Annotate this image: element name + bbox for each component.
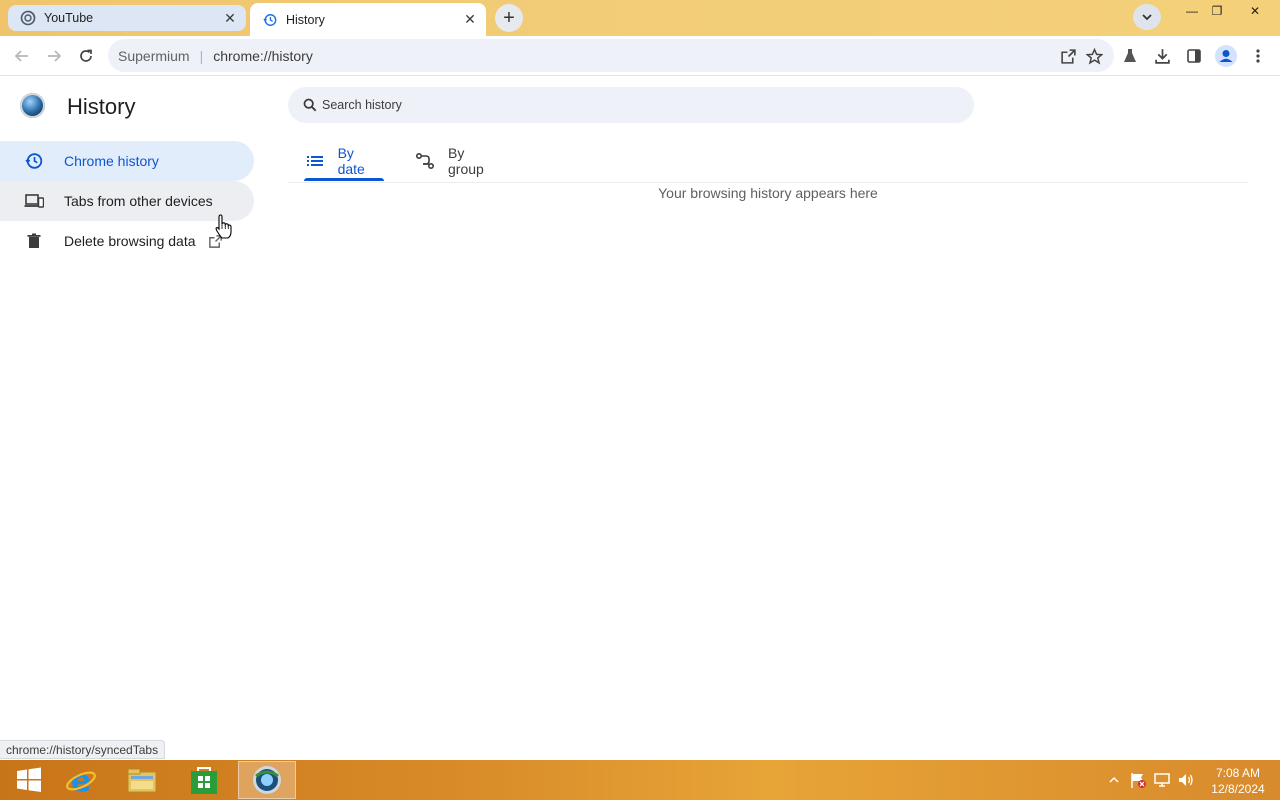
windows-taskbar: e 7:08 AM 12/8/2024 [0,760,1280,800]
side-panel-icon[interactable] [1183,45,1205,67]
taskbar-windows-store[interactable] [175,761,233,799]
sidebar-item-label: Delete browsing data [64,233,196,249]
sidebar-item-label: Chrome history [64,153,159,169]
search-icon [300,98,320,112]
start-button[interactable] [0,761,58,799]
sidebar-item-delete-browsing-data[interactable]: Delete browsing data [0,221,254,261]
clock-date: 12/8/2024 [1211,782,1265,796]
empty-history-message: Your browsing history appears here [658,185,878,201]
open-in-new-icon [208,234,223,249]
taskbar-supermium-browser[interactable] [238,761,296,799]
new-tab-button[interactable]: + [495,4,523,32]
tab-title: History [286,12,325,27]
taskbar-internet-explorer[interactable]: e [52,761,110,799]
tab-label: By date [337,145,365,177]
supermium-favicon-icon [20,10,36,26]
store-bag-icon [191,767,217,794]
search-input[interactable] [322,98,922,112]
site-origin-label: Supermium [118,47,190,64]
window-close-button[interactable]: ✕ [1240,0,1270,22]
profile-avatar[interactable] [1215,45,1237,67]
page-title: History [67,94,136,119]
search-history-field[interactable] [288,87,974,123]
selected-tab-indicator [304,178,384,181]
forward-arrow-icon [48,50,62,62]
omnibox-separator: | [199,47,204,64]
forward-button[interactable] [40,42,68,70]
sidebar-item-tabs-from-other-devices[interactable]: Tabs from other devices [0,181,254,221]
folder-icon [127,768,157,793]
devices-icon [24,191,44,211]
supermium-browser-icon [253,766,281,794]
tab-youtube[interactable]: YouTube ✕ [8,5,246,31]
clock-time: 7:08 AM [1215,766,1261,780]
volume-icon[interactable] [1176,770,1196,790]
reload-button[interactable] [72,42,100,70]
history-clock-icon [24,151,44,171]
tab-history[interactable]: History ✕ [250,3,486,36]
url-text: chrome://history [213,47,313,64]
labs-flask-icon[interactable] [1119,45,1141,67]
tab-search-button[interactable] [1133,4,1161,30]
address-bar[interactable]: Supermium | chrome://history [108,39,1114,72]
svg-text:e: e [71,765,91,795]
status-bar-url: chrome://history/syncedTabs [0,740,166,759]
tabs-divider [288,182,1248,183]
action-center-flag-icon[interactable] [1128,770,1148,790]
tab-by-group[interactable]: By group [416,141,484,181]
group-icon [416,152,434,170]
trash-icon [24,231,44,251]
taskbar-clock[interactable]: 7:08 AM 12/8/2024 [1202,765,1274,797]
windows-logo-icon [17,767,41,792]
sidebar-item-chrome-history[interactable]: Chrome history [0,141,254,181]
share-icon[interactable] [1058,46,1078,66]
restore-button[interactable]: ❐ [1202,0,1232,22]
show-hidden-icons-chevron-icon[interactable] [1104,770,1124,790]
menu-kebab-icon[interactable] [1247,45,1269,67]
supermium-logo [20,93,45,118]
tab-title: YouTube [44,11,94,25]
history-favicon-icon [262,12,278,28]
network-icon[interactable] [1152,770,1172,790]
back-button[interactable] [8,42,36,70]
internet-explorer-icon: e [66,765,96,795]
tab-label: By group [448,145,484,177]
browser-toolbar: Supermium | chrome://history [0,36,1280,76]
list-icon [306,152,324,170]
reload-icon [80,49,92,62]
chevron-down-icon [1142,14,1152,21]
taskbar-file-explorer[interactable] [113,761,171,799]
tab-close-icon[interactable]: ✕ [460,10,480,30]
tab-close-icon[interactable]: ✕ [220,8,240,28]
tab-strip: YouTube ✕ History ✕ + — ❐ ✕ [0,0,1280,36]
download-icon[interactable] [1151,45,1173,67]
tab-by-date[interactable]: By date [304,141,384,181]
bookmark-star-icon[interactable] [1084,46,1104,66]
back-arrow-icon [14,50,28,62]
sidebar-item-label: Tabs from other devices [64,193,213,209]
